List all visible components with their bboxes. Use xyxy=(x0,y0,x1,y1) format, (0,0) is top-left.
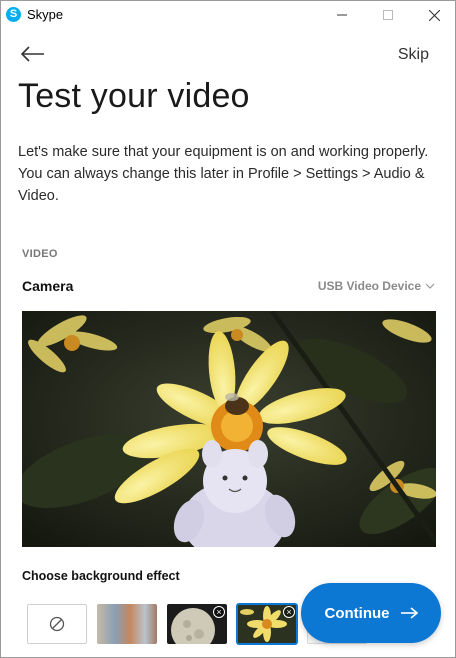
continue-button[interactable]: Continue xyxy=(301,583,441,643)
title-bar: S Skype xyxy=(1,1,455,29)
page-title: Test your video xyxy=(18,77,250,115)
window-title: Skype xyxy=(27,7,64,22)
skype-logo-icon: S xyxy=(6,7,21,22)
skip-button[interactable]: Skip xyxy=(398,46,429,64)
camera-label: Camera xyxy=(22,278,74,294)
close-icon xyxy=(428,9,440,21)
effect-flower-option[interactable]: × xyxy=(236,603,298,645)
skype-window: S Skype Skip Test your video Let's make … xyxy=(0,0,456,658)
intro-text: Let's make sure that your equipment is o… xyxy=(18,144,429,204)
effect-none-option[interactable] xyxy=(27,604,87,644)
video-section-label: VIDEO xyxy=(22,248,58,260)
camera-preview xyxy=(22,311,436,547)
camera-preview-image xyxy=(22,311,436,547)
arrow-left-icon xyxy=(21,46,44,62)
arrow-right-icon xyxy=(400,607,418,619)
maximize-icon xyxy=(383,10,393,20)
minimize-icon xyxy=(337,14,347,16)
maximize-button[interactable] xyxy=(365,1,411,29)
close-button[interactable] xyxy=(411,1,455,29)
camera-device-value: USB Video Device xyxy=(317,279,421,293)
effect-moon-option[interactable]: × xyxy=(167,604,227,644)
continue-label: Continue xyxy=(324,604,390,622)
background-effect-label: Choose background effect xyxy=(22,569,180,583)
no-entry-icon xyxy=(49,616,65,632)
chevron-down-icon xyxy=(425,283,435,289)
effect-blur-option[interactable] xyxy=(97,604,157,644)
remove-effect-icon[interactable]: × xyxy=(213,606,225,618)
minimize-button[interactable] xyxy=(319,1,365,29)
camera-device-dropdown[interactable]: USB Video Device xyxy=(318,279,435,293)
back-button[interactable] xyxy=(21,43,47,65)
remove-effect-icon[interactable]: × xyxy=(283,606,295,618)
